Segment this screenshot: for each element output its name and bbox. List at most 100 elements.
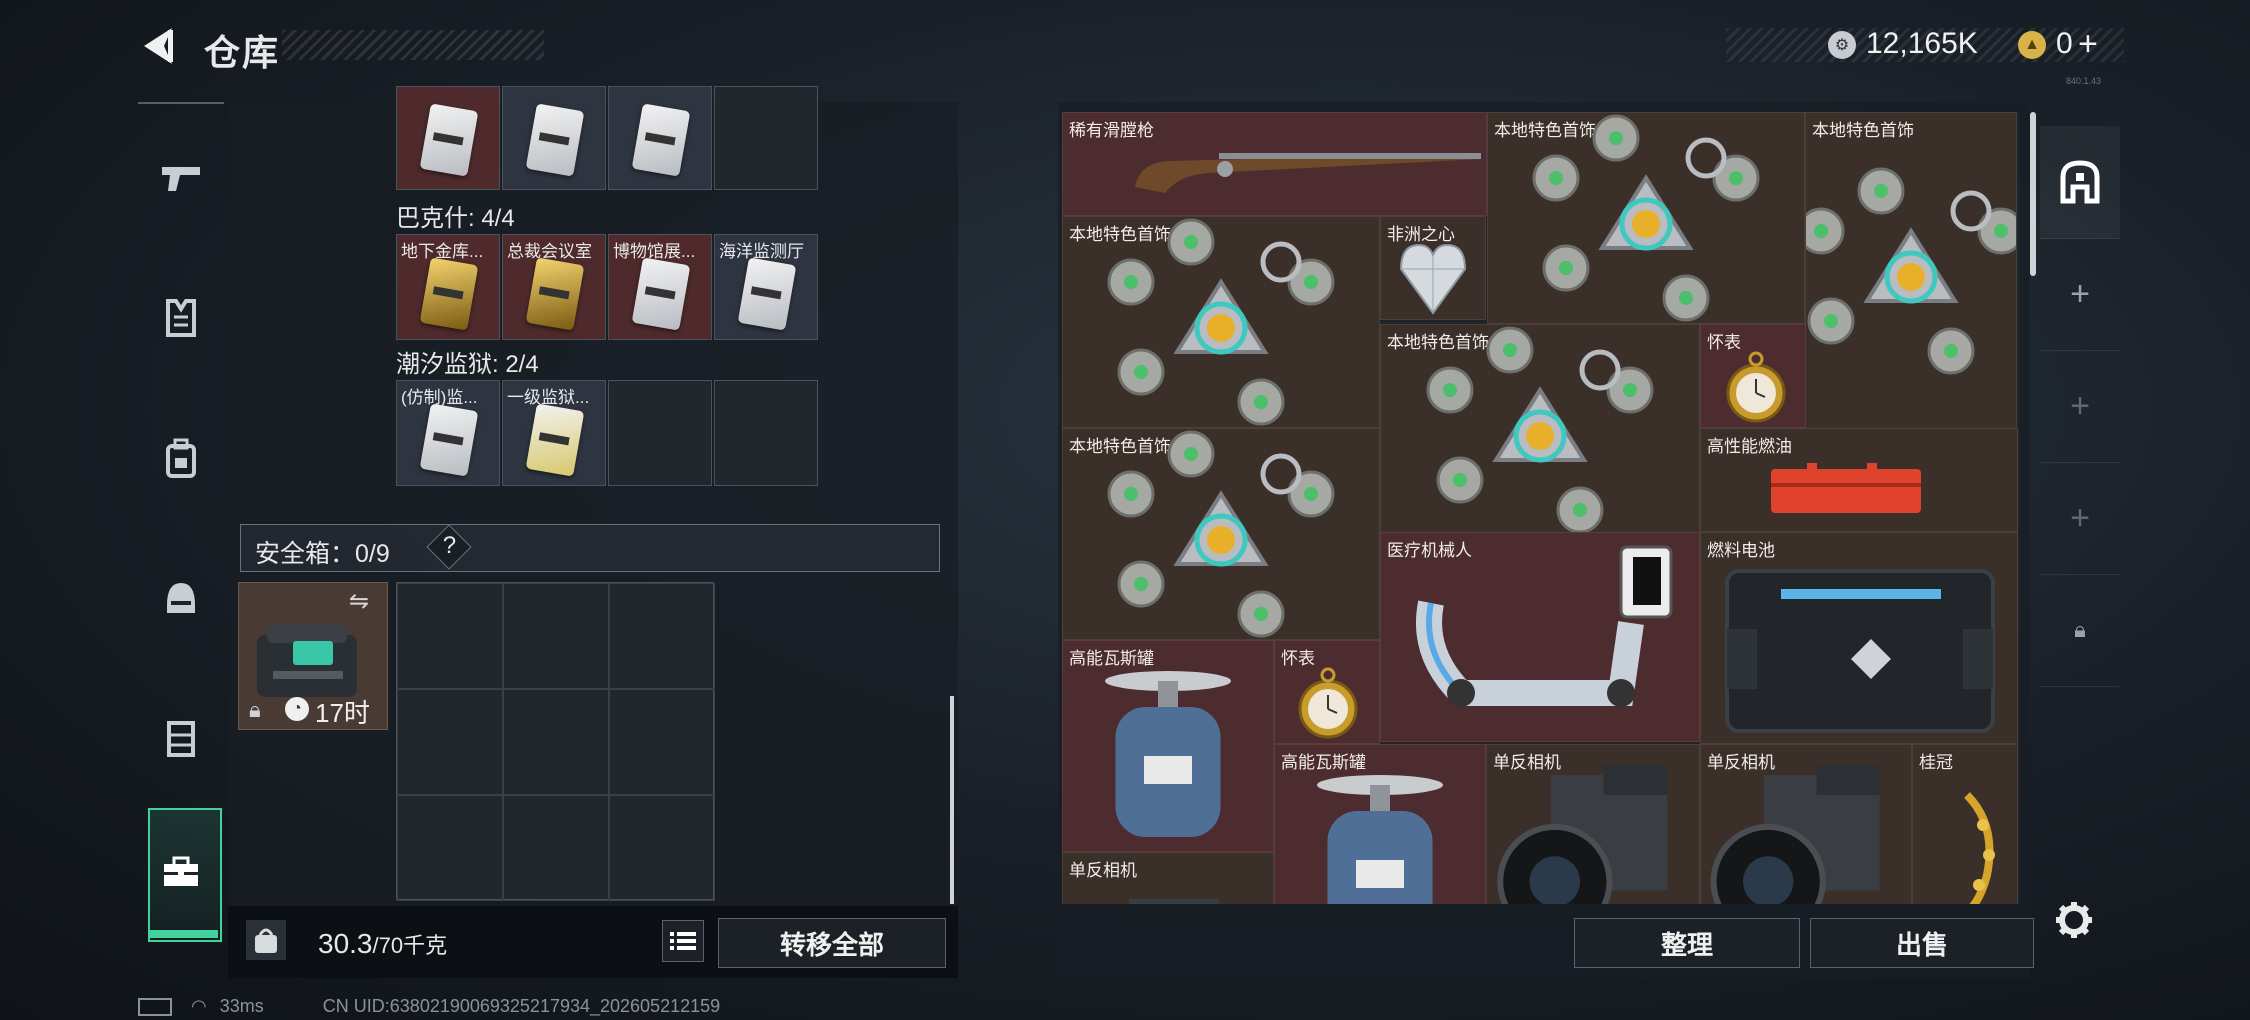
stash-tab-main[interactable] xyxy=(2040,126,2120,239)
stash-grid: 稀有滑膛枪 本地特色首饰 本地特色首饰 本地特色首饰 非洲之心 本地特色首饰 怀… xyxy=(1062,112,2020,904)
item-laurel-crown[interactable]: 桂冠 xyxy=(1912,744,2018,904)
key-card-slot[interactable]: 海洋监测厅 xyxy=(714,234,818,340)
key-card-slot[interactable]: 总裁会议室 xyxy=(502,234,606,340)
plus-icon: + xyxy=(2070,498,2090,537)
stash-tab-locked[interactable]: 🔒︎ xyxy=(2040,574,2120,687)
ping-text: 33ms xyxy=(219,996,264,1016)
key-card-slot[interactable]: (仿制)监... xyxy=(396,380,500,486)
bakeshi-label: 巴克什: 4/4 xyxy=(396,205,515,232)
item-medical-robot[interactable]: 医疗机械人 xyxy=(1380,532,1700,742)
plus-icon: + xyxy=(2070,274,2090,313)
safe-slot[interactable] xyxy=(503,689,609,795)
sell-button[interactable]: 出售 xyxy=(1810,918,2034,968)
back-button[interactable] xyxy=(138,24,178,68)
timer-text: 17时 xyxy=(315,698,370,728)
pocket-watch-icon xyxy=(1298,667,1358,739)
item-label: 单反相机 xyxy=(1069,861,1137,880)
nav-active-indicator xyxy=(148,930,218,938)
settings-button[interactable] xyxy=(2054,900,2094,940)
item-fuel[interactable]: 高性能燃油 xyxy=(1700,428,2018,532)
safe-slot[interactable] xyxy=(397,583,503,689)
left-scrollbar[interactable] xyxy=(950,696,954,904)
jewelry-icon xyxy=(1426,326,1654,534)
add-currency-button[interactable]: + xyxy=(2078,25,2098,64)
key-card-slot[interactable]: 地下金库... xyxy=(396,234,500,340)
key-card-slot[interactable] xyxy=(502,86,606,190)
jewelry-icon xyxy=(1107,218,1335,426)
stash-tab-add[interactable]: + xyxy=(2040,350,2120,463)
card-label: 总裁会议室 xyxy=(507,242,592,261)
item-label: 高性能燃油 xyxy=(1707,437,1792,456)
safe-slot[interactable] xyxy=(397,689,503,795)
item-gem[interactable]: 非洲之心 xyxy=(1380,216,1486,320)
jewelry-icon xyxy=(1107,430,1335,638)
item-camera[interactable]: 单反相机 xyxy=(1486,744,1700,904)
stash-tab-add[interactable]: + xyxy=(2040,238,2120,351)
title-decoration xyxy=(282,30,544,60)
item-label: 燃料电池 xyxy=(1707,541,1775,560)
chaoxi-label: 潮汐监狱: 2/4 xyxy=(396,351,539,378)
empty-slot[interactable] xyxy=(608,380,712,486)
gold-coin-icon: ▲ xyxy=(2018,31,2046,59)
key-card-slot[interactable]: 一级监狱... xyxy=(502,380,606,486)
rig-icon xyxy=(167,721,195,757)
card-label: 一级监狱... xyxy=(507,388,590,407)
page-title: 仓库 xyxy=(204,32,281,73)
pistol-icon xyxy=(162,167,200,191)
help-glyph: ? xyxy=(443,532,457,560)
weight-max: /70千克 xyxy=(372,933,448,958)
card-label: (仿制)监... xyxy=(401,388,478,407)
item-musket[interactable]: 稀有滑膛枪 xyxy=(1062,112,1487,216)
safe-box-header: 安全箱：0/9 ? xyxy=(240,524,940,572)
nav-chest-rig[interactable] xyxy=(138,708,224,768)
empty-slot[interactable] xyxy=(714,380,818,486)
uid-text: CN UID:6380219006932521​7934_20260521215… xyxy=(322,996,721,1016)
item-gas-canister[interactable]: 高能瓦斯罐 xyxy=(1274,744,1486,904)
key-card-slot[interactable] xyxy=(396,86,500,190)
battery-icon xyxy=(138,998,172,1017)
safe-box-label: 安全箱：0/9 xyxy=(255,540,390,568)
item-jewelry[interactable]: 本地特色首饰 xyxy=(1805,112,2017,430)
stash-tab-add[interactable]: + xyxy=(2040,462,2120,575)
safe-slot[interactable] xyxy=(609,795,715,901)
item-jewelry[interactable]: 本地特色首饰 xyxy=(1487,112,1805,324)
key-card-slot[interactable] xyxy=(608,86,712,190)
safe-slot[interactable] xyxy=(609,583,715,689)
item-camera[interactable]: 单反相机 xyxy=(1062,852,1274,904)
safe-slot[interactable] xyxy=(503,583,609,689)
nav-safe-case[interactable] xyxy=(138,842,224,902)
safe-slot[interactable] xyxy=(503,795,609,901)
plus-icon: + xyxy=(2070,386,2090,425)
nav-armor[interactable] xyxy=(138,288,224,348)
key-card-slot[interactable]: 博物馆展... xyxy=(608,234,712,340)
stash-scrollbar[interactable] xyxy=(2030,112,2036,276)
back-arrow-icon xyxy=(144,28,173,64)
nav-helmet[interactable] xyxy=(138,568,224,628)
vest-icon xyxy=(166,299,196,337)
list-icon xyxy=(670,932,696,950)
item-jewelry[interactable]: 本地特色首饰 xyxy=(1062,216,1380,428)
safe-slot[interactable] xyxy=(397,795,503,901)
silver-coin-icon: ⚙ xyxy=(1828,31,1856,59)
item-fuel-cell[interactable]: 燃料电池 xyxy=(1700,532,2018,744)
wifi-icon: ◠ xyxy=(191,996,207,1016)
laurel-crown-icon xyxy=(1964,792,1995,904)
swap-icon[interactable]: ⇋ xyxy=(349,587,369,616)
transfer-all-button[interactable]: 转移全部 xyxy=(718,918,946,968)
help-icon[interactable]: ? xyxy=(426,524,472,570)
safe-box-container[interactable]: ⇋ 🔒︎ ◔ 17时 xyxy=(238,582,388,730)
item-camera[interactable]: 单反相机 xyxy=(1700,744,1912,904)
list-view-button[interactable] xyxy=(662,920,704,962)
item-pocket-watch[interactable]: 怀表 xyxy=(1274,640,1380,744)
item-jewelry[interactable]: 本地特色首饰 xyxy=(1380,324,1700,536)
item-pocket-watch[interactable]: 怀表 xyxy=(1700,324,1806,428)
empty-slot[interactable] xyxy=(714,86,818,190)
nav-backpack[interactable] xyxy=(138,428,224,488)
safe-slot[interactable] xyxy=(609,689,715,795)
item-jewelry[interactable]: 本地特色首饰 xyxy=(1062,428,1380,640)
item-gas-canister[interactable]: 高能瓦斯罐 xyxy=(1062,640,1274,852)
gear-icon xyxy=(2056,902,2092,938)
nav-weapon[interactable] xyxy=(138,148,224,208)
sort-button[interactable]: 整理 xyxy=(1574,918,1800,968)
backpack-icon xyxy=(166,438,196,478)
